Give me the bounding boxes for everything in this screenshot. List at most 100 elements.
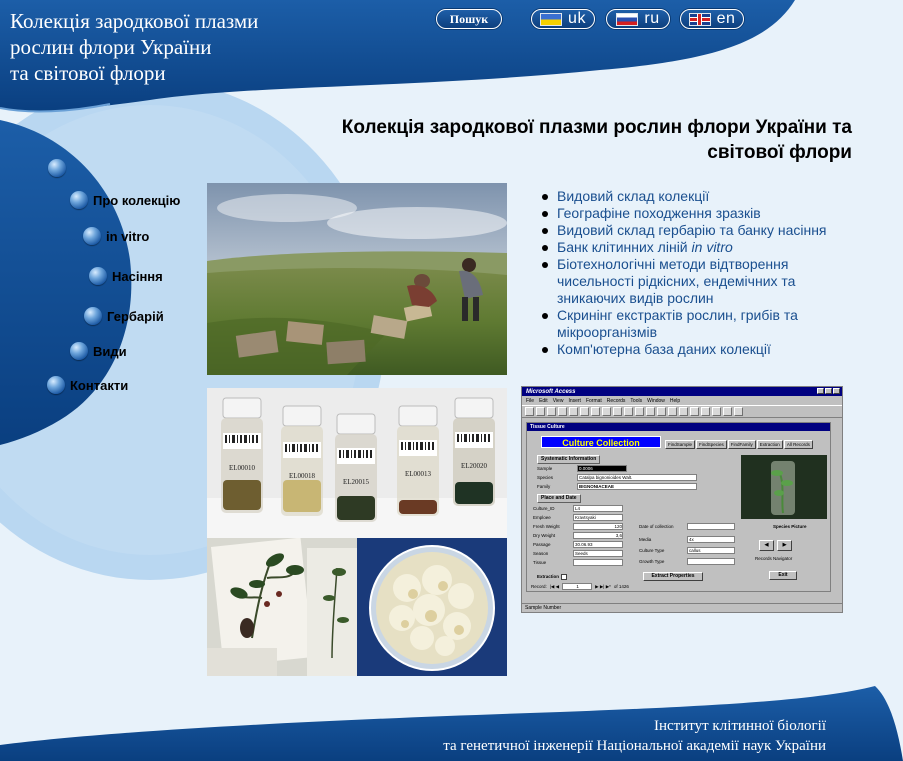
nav-ball-icon: [70, 191, 88, 209]
media-label: Media: [639, 537, 652, 542]
toolbar-icon: [558, 407, 567, 416]
access-menubar: File Edit View Insert Format Records Too…: [522, 396, 842, 405]
language-en-button[interactable]: en: [680, 9, 744, 29]
russia-flag-icon: [616, 12, 639, 26]
access-menu-window: Window: [647, 397, 665, 404]
feature-link-biotech-methods[interactable]: Біотехнологічні методи відтворення чисел…: [557, 256, 795, 306]
language-en-label: en: [716, 10, 736, 27]
culture-id-label: Culture_ID: [533, 506, 555, 511]
extraction-checkbox: [561, 573, 568, 580]
toolbar-icon: [591, 407, 600, 416]
toolbar-icon: [734, 407, 743, 416]
access-titlebar: Microsoft Access: [522, 387, 842, 396]
language-uk-button[interactable]: uk: [531, 9, 595, 29]
growth-type-label: Growth Type: [639, 559, 665, 564]
nav-ball-icon: [70, 342, 88, 360]
list-item: Комп'ютерна база даних колекції: [540, 341, 840, 358]
vial-label-1: EL00010: [229, 464, 256, 472]
site-title-line-3: та світової флори: [10, 61, 166, 85]
access-menu-file: File: [526, 397, 535, 404]
access-form-title: Tissue Culture: [527, 423, 830, 431]
language-uk-label: uk: [568, 10, 586, 27]
toolbar-icon: [646, 407, 655, 416]
sample-label: Sample: [537, 466, 553, 471]
database-screenshot: Microsoft Access File Edit View Insert F…: [521, 386, 843, 613]
record-first-icon: |◀ ◀: [549, 583, 560, 589]
access-menu-insert: Insert: [568, 397, 581, 404]
fresh-weight-label: Fresh Weight: [533, 524, 560, 529]
access-menu-format: Format: [585, 397, 602, 404]
nav-ball-icon: [48, 159, 66, 177]
ukraine-flag-icon: [540, 12, 563, 26]
feature-link-cell-lines[interactable]: Банк клітинних ліній in vitro: [557, 239, 733, 255]
dry-weight-value: 3,6: [573, 532, 623, 539]
nav-item-in-vitro[interactable]: in vitro: [83, 227, 149, 245]
dry-weight-row: Dry Weight 3,6: [533, 532, 623, 539]
season-label: Season: [533, 551, 549, 556]
passage-label: Passage: [533, 542, 551, 547]
media-row: Media 4x: [639, 536, 735, 543]
tissue-value: [573, 559, 623, 566]
toolbar-icon: [580, 407, 589, 416]
record-number: 1: [562, 583, 593, 590]
record-label: Record:: [531, 584, 547, 589]
access-title: Microsoft Access: [526, 388, 576, 395]
nav-item-about[interactable]: Про колекцію: [70, 191, 180, 209]
list-item: Банк клітинних ліній in vitro: [540, 239, 840, 256]
nav-item-herbarium[interactable]: Гербарій: [84, 307, 164, 325]
access-statusbar: Sample Number: [522, 603, 842, 612]
list-item: Видовий склад колекції: [540, 188, 840, 205]
feature-link-geographic-origin[interactable]: Географіне походження зразків: [557, 205, 761, 221]
feature-link-species-composition[interactable]: Видовий склад колекції: [557, 188, 709, 204]
record-total: of 1426: [613, 584, 629, 589]
toolbar-icon: [547, 407, 556, 416]
toolbar-icon: [657, 407, 666, 416]
nav-item-contacts-label: Контакти: [70, 377, 129, 393]
feature-link-database[interactable]: Комп'ютерна база даних колекції: [557, 341, 771, 357]
nav-ball-icon: [89, 267, 107, 285]
access-toolbar: [522, 405, 842, 418]
species-value: Catalpa bignonioides Walt.: [577, 474, 697, 481]
toolbar-icon: [624, 407, 633, 416]
close-icon: [833, 388, 840, 394]
nav-item-seeds-label: Насіння: [112, 268, 163, 284]
nav-item-contacts[interactable]: Контакти: [47, 376, 128, 394]
records-navigator-label: Records Navigator: [755, 555, 792, 562]
search-button-label: Пошук: [449, 11, 489, 26]
toolbar-icon: [602, 407, 611, 416]
page-title-line-2: світової флори: [707, 142, 852, 163]
feature-link-herbarium-seed-bank[interactable]: Видовий склад гербарію та банку насіння: [557, 222, 827, 238]
footer-institute-line-2: та генетичної інженерії Національної ака…: [443, 738, 826, 754]
site-title: Колекція зародкової плазми рослин флори …: [10, 8, 258, 86]
search-button[interactable]: Пошук: [436, 9, 502, 29]
nav-ball-icon: [83, 227, 101, 245]
access-window-controls: [817, 388, 840, 394]
species-picture-text: Species Picture: [773, 524, 807, 529]
feature-link-screening[interactable]: Скринінг екстрактів рослин, грибів та мі…: [557, 307, 798, 340]
passage-value: 30.06.93: [573, 541, 623, 548]
toolbar-icon: [723, 407, 732, 416]
next-record-button: ▶: [777, 540, 792, 551]
record-next-icon: ▶ ▶| ▶*: [595, 583, 611, 589]
access-menu-view: View: [552, 397, 564, 404]
list-item: Географіне походження зразків: [540, 205, 840, 222]
nav-item-species[interactable]: Види: [70, 342, 127, 360]
features-list: Видовий склад колекції Географіне походж…: [540, 188, 840, 358]
season-value: Seeds: [573, 550, 623, 557]
feature-link-cell-lines-italic: in vitro: [691, 239, 733, 255]
nav-ball-icon: [47, 376, 65, 394]
herbarium-sheets-photo: [207, 538, 357, 676]
culture-collection-label: Culture Collection: [541, 436, 661, 448]
extract-properties-button: Extract Properties: [643, 572, 703, 581]
toolbar-icon: [635, 407, 644, 416]
species-picture-label: Species Picture: [773, 523, 807, 530]
nav-item-seeds[interactable]: Насіння: [89, 267, 163, 285]
list-item: Біотехнологічні методи відтворення чисел…: [540, 256, 840, 307]
access-form: Tissue Culture Culture Collection FindSa…: [526, 422, 831, 592]
culture-type-value: callus: [687, 547, 735, 554]
field-expedition-photo: [207, 183, 507, 375]
language-ru-button[interactable]: ru: [606, 9, 670, 29]
toolbar-icon: [668, 407, 677, 416]
prev-record-button: ◀: [759, 540, 774, 551]
nav-item-in-vitro-label: in vitro: [106, 228, 150, 244]
